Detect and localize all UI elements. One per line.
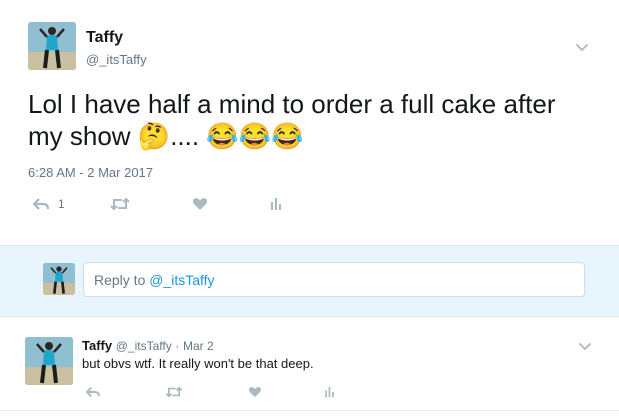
reply-chevron-down-icon[interactable]: [578, 339, 592, 357]
retweet-icon: [110, 197, 130, 211]
analytics-button[interactable]: [270, 197, 282, 211]
reply-like-button[interactable]: [248, 386, 262, 398]
divider: [0, 410, 619, 411]
reply-input[interactable]: Reply to @_itsTaffy: [83, 262, 585, 297]
laughing-emoji-group: 😂😂😂: [206, 121, 304, 151]
reply-analytics-button[interactable]: [324, 386, 335, 398]
like-button[interactable]: [192, 197, 208, 211]
reply-author-handle[interactable]: @_itsTaffy: [116, 339, 172, 353]
reply-input-handle: @_itsTaffy: [149, 272, 215, 288]
analytics-icon: [324, 386, 335, 398]
reply-button[interactable]: 1: [32, 197, 65, 211]
heart-icon: [192, 197, 208, 211]
retweet-button[interactable]: [110, 197, 130, 211]
tweet-text: Lol I have half a mind to order a full c…: [28, 88, 588, 152]
reply-separator: ·: [175, 339, 180, 353]
reply-icon: [32, 197, 50, 211]
reply-header: Taffy @_itsTaffy · Mar 2: [82, 338, 214, 353]
reply-text: but obvs wtf. It really won't be that de…: [82, 356, 314, 371]
thinking-emoji: 🤔: [137, 121, 171, 151]
reply-count: 1: [58, 197, 65, 211]
author-name[interactable]: Taffy: [86, 29, 123, 47]
reply-date[interactable]: Mar 2: [183, 339, 214, 353]
analytics-icon: [270, 197, 282, 211]
reply-input-prefix: Reply to: [94, 272, 150, 288]
tweet-ellipsis: ....: [170, 121, 200, 151]
avatar-photo: [28, 22, 76, 70]
chevron-down-icon[interactable]: [575, 40, 589, 58]
reply-avatar[interactable]: [25, 337, 73, 385]
heart-icon: [248, 386, 262, 398]
author-handle[interactable]: @_itsTaffy: [86, 52, 147, 67]
avatar[interactable]: [28, 22, 76, 70]
reply-retweet-button[interactable]: [165, 386, 183, 398]
reply-icon: [85, 386, 101, 398]
reply-reply-button[interactable]: [85, 386, 101, 398]
retweet-icon: [165, 386, 183, 398]
reply-author-name[interactable]: Taffy: [82, 338, 112, 353]
tweet-timestamp[interactable]: 6:28 AM - 2 Mar 2017: [28, 165, 153, 180]
composer-avatar: [43, 263, 75, 295]
